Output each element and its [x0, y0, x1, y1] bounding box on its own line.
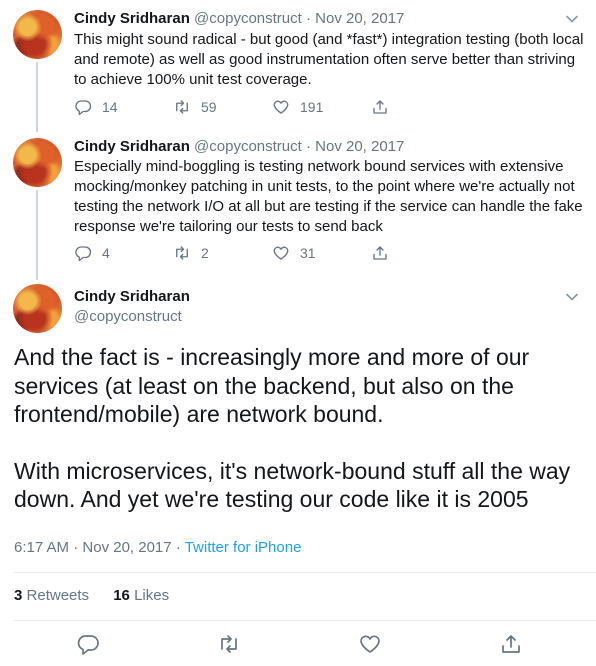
reply-icon: [75, 100, 92, 116]
main-tweet-header: Cindy Sridharan @copyconstruct: [74, 287, 190, 327]
thread-connector-line: [36, 190, 38, 280]
retweet-button[interactable]: [217, 632, 241, 656]
author-name[interactable]: Cindy Sridharan: [74, 287, 190, 307]
reply-count: 4: [102, 245, 110, 261]
retweet-icon: [176, 246, 188, 260]
heart-icon: [273, 246, 289, 260]
divider: [14, 572, 596, 573]
tweet-text: Especially mind-boggling is testing netw…: [74, 158, 583, 235]
likes-stat-count: 16: [113, 587, 130, 604]
retweets-stat-label: Retweets: [26, 587, 90, 604]
like-button[interactable]: 31: [272, 244, 316, 262]
tweet-date[interactable]: Nov 20, 2017: [315, 138, 404, 155]
tweet-header: Cindy Sridharan @copyconstruct · Nov 20,…: [74, 137, 404, 157]
thread-connector-line: [36, 62, 38, 132]
reply-button[interactable]: 14: [74, 98, 118, 116]
tweet-meta: 6:17 AM · Nov 20, 2017 · Twitter for iPh…: [14, 538, 301, 558]
main-tweet-paragraph: With microservices, it's network-bound s…: [14, 457, 571, 513]
main-tweet-actions: [0, 632, 596, 658]
share-icon: [373, 100, 387, 114]
tweet-source-link[interactable]: Twitter for iPhone: [185, 539, 302, 556]
reply-icon: [77, 635, 99, 655]
retweet-count: 59: [201, 99, 217, 115]
author-name[interactable]: Cindy Sridharan: [74, 138, 190, 155]
retweet-icon: [176, 100, 188, 114]
separator-dot: ·: [305, 10, 311, 27]
separator-dot: ·: [305, 138, 311, 155]
share-button[interactable]: [371, 244, 399, 262]
main-tweet-text: And the fact is - increasingly more and …: [14, 343, 584, 514]
main-tweet-paragraph: And the fact is - increasingly more and …: [14, 344, 530, 427]
like-button[interactable]: [358, 632, 382, 656]
likes-stat[interactable]: 16 Likes: [113, 587, 169, 604]
reply-count: 14: [102, 99, 118, 115]
avatar[interactable]: [13, 138, 62, 187]
like-count: 191: [300, 99, 324, 115]
author-name[interactable]: Cindy Sridharan: [74, 10, 190, 27]
share-icon: [502, 635, 520, 653]
heart-icon: [360, 635, 380, 653]
avatar[interactable]: [13, 284, 62, 333]
separator-dot: ·: [73, 539, 79, 556]
tweet-date[interactable]: Nov 20, 2017: [82, 539, 171, 556]
separator-dot: ·: [175, 539, 181, 556]
share-button[interactable]: [371, 98, 399, 116]
retweet-button[interactable]: 2: [173, 244, 209, 262]
tweet-time[interactable]: 6:17 AM: [14, 539, 69, 556]
reply-button[interactable]: [76, 632, 100, 656]
tweet-actions: 4 2 31: [74, 244, 494, 264]
retweet-count: 2: [201, 245, 209, 261]
retweets-stat[interactable]: 3 Retweets: [14, 587, 89, 604]
avatar[interactable]: [13, 10, 62, 59]
tweet-stats: 3 Retweets 16 Likes: [14, 586, 189, 606]
like-count: 31: [300, 245, 316, 261]
retweets-stat-count: 3: [14, 587, 23, 604]
retweet-icon: [221, 635, 237, 653]
likes-stat-label: Likes: [134, 587, 170, 604]
retweet-button[interactable]: 59: [173, 98, 217, 116]
author-handle[interactable]: @copyconstruct: [194, 10, 302, 27]
divider: [14, 620, 596, 621]
share-icon: [373, 246, 387, 260]
share-button[interactable]: [499, 632, 523, 656]
like-button[interactable]: 191: [272, 98, 323, 116]
tweet-text: This might sound radical - but good (and…: [74, 31, 584, 88]
tweet-actions: 14 59 191: [74, 98, 494, 118]
tweet-date[interactable]: Nov 20, 2017: [315, 10, 404, 27]
tweet-header: Cindy Sridharan @copyconstruct · Nov 20,…: [74, 9, 404, 29]
chevron-down-icon[interactable]: [565, 12, 579, 26]
reply-button[interactable]: 4: [74, 244, 110, 262]
chevron-down-icon[interactable]: [565, 290, 579, 304]
author-handle[interactable]: @copyconstruct: [74, 307, 190, 327]
reply-icon: [75, 246, 92, 262]
heart-icon: [273, 100, 289, 114]
author-handle[interactable]: @copyconstruct: [194, 138, 302, 155]
tweet-thread: Cindy Sridharan @copyconstruct · Nov 20,…: [0, 0, 596, 666]
